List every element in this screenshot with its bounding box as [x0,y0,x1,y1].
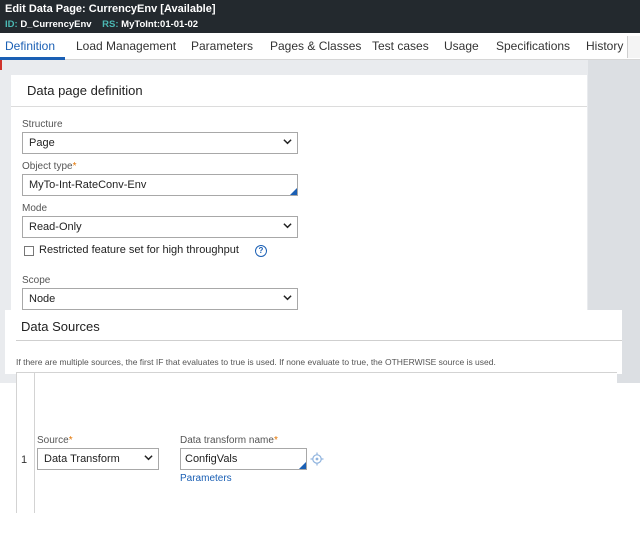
mode-label: Mode [22,203,48,214]
tab-parameters[interactable]: Parameters [191,39,253,53]
definition-panel: Data page definition Structure Page Obje… [11,75,587,315]
divider [11,106,587,107]
structure-label: Structure [22,119,63,130]
data-sources-heading: Data Sources [21,319,100,334]
scope-label: Scope [22,275,51,286]
scope-value: Node [29,293,56,305]
definition-heading: Data page definition [27,83,143,98]
structure-select[interactable]: Page [22,132,298,154]
edit-label: Edit [5,3,26,15]
edge-marker [0,60,2,70]
rule-title: Data Page: CurrencyEnv [Available] [28,3,216,15]
tab-load-management[interactable]: Load Management [76,39,176,53]
source-value: Data Transform [44,453,120,465]
dt-name-value: ConfigVals [185,453,238,465]
required-marker: * [72,161,77,172]
dt-name-field[interactable]: ConfigVals [180,448,307,470]
chevron-down-icon [283,139,292,145]
mode-value: Read-Only [29,221,82,233]
rule-tabs: Definition Load Management Parameters Pa… [0,33,640,60]
structure-value: Page [29,137,55,149]
object-type-value: MyTo-Int-RateConv-Env [29,179,147,191]
required-marker: * [273,435,278,446]
tab-history[interactable]: History [586,39,623,53]
scope-select[interactable]: Node [22,288,298,310]
rs-key: RS: [102,19,119,30]
tab-overflow-edge [627,36,640,58]
row-gutter [16,373,35,513]
restricted-label: Restricted feature set for high throughp… [39,244,239,256]
id-value: D_CurrencyEnv [20,19,92,30]
data-sources-note: If there are multiple sources, the first… [16,357,496,367]
source-label: Source* [37,435,73,446]
crosshair-icon[interactable] [310,452,324,466]
object-type-field[interactable]: MyTo-Int-RateConv-Env [22,174,298,196]
source-select[interactable]: Data Transform [37,448,159,470]
parameters-link[interactable]: Parameters [180,473,232,484]
chevron-down-icon [144,455,153,461]
help-icon[interactable]: ? [255,245,267,257]
object-type-label: Object type* [22,161,77,172]
tab-test-cases[interactable]: Test cases [372,39,429,53]
autocomplete-corner-icon [290,188,297,195]
autocomplete-corner-icon [299,462,306,469]
row-number: 1 [21,454,28,466]
required-marker: * [68,435,73,446]
divider [16,340,622,341]
dt-name-label: Data transform name* [180,435,278,446]
data-sources-panel: Data Sources If there are multiple sourc… [5,310,622,374]
chevron-down-icon [283,223,292,229]
tab-specifications[interactable]: Specifications [496,39,570,53]
page-title: Edit Data Page: CurrencyEnv [Available] [5,3,216,15]
rs-value: MyToInt:01-01-02 [121,19,199,30]
rule-id-line: ID: D_CurrencyEnv RS: MyToInt:01-01-02 [5,19,198,30]
tab-pages-classes[interactable]: Pages & Classes [270,39,361,53]
tab-usage[interactable]: Usage [444,39,479,53]
mode-select[interactable]: Read-Only [22,216,298,238]
title-bar: Edit Data Page: CurrencyEnv [Available] … [0,0,640,33]
chevron-down-icon [283,295,292,301]
id-key: ID: [5,19,18,30]
tab-definition[interactable]: Definition [5,39,55,53]
restricted-checkbox[interactable] [24,246,34,256]
